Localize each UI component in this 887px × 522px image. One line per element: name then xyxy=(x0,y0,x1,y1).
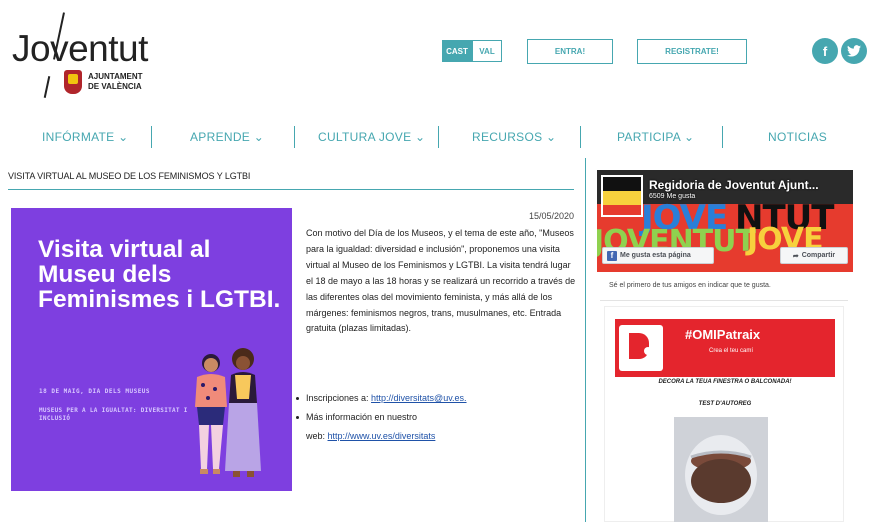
column-divider xyxy=(585,158,586,522)
page-profile-thumbnail[interactable] xyxy=(601,175,643,217)
article-poster-image: Visita virtual al Museu dels Feminismes … xyxy=(11,208,292,491)
lang-cast-button[interactable]: CAST xyxy=(442,40,472,62)
article-title-underline xyxy=(8,189,574,190)
list-item: Inscripciones a: http://diversitats@uv.e… xyxy=(294,389,579,408)
joventut-logo[interactable]: Joventut AJUNTAMENT DE VALÈNCIA xyxy=(8,12,158,98)
poster-title: Visita virtual al Museu dels Feminismes … xyxy=(38,236,281,313)
inscripciones-link[interactable]: http://diversitats@uv.es. xyxy=(371,393,467,403)
nav-separator xyxy=(580,126,581,148)
ad-test-text: TEST D'AUTOREG xyxy=(698,401,752,407)
ad-photo xyxy=(674,417,768,522)
nav-aprende[interactable]: APRENDE ⌄ xyxy=(190,124,264,150)
ajuntament-label: AJUNTAMENT DE VALÈNCIA xyxy=(88,72,143,92)
fb-share-button[interactable]: ➦ Compartir xyxy=(780,247,848,264)
web-link[interactable]: http://www.uv.es/diversitats xyxy=(328,431,436,441)
fb-friends-text: Sé el primero de tus amigos en indicar q… xyxy=(609,282,771,289)
omi-patraix-banner[interactable]: #OMIPatraix Crea el teu camí DECORA LA T… xyxy=(604,306,844,522)
ad-decora-text: DECORA LA TEUA FINESTRA O BALCONADA! xyxy=(658,379,792,385)
article-date: 15/05/2020 xyxy=(528,211,574,221)
list-item-continuation: web: http://www.uv.es/diversitats xyxy=(294,427,579,446)
logo-text: Joventut xyxy=(12,28,148,69)
entra-button[interactable]: ENTRA! xyxy=(527,39,613,64)
sidebar-divider xyxy=(600,300,848,301)
ad-subtitle: Crea el teu camí xyxy=(709,348,754,354)
fb-likes-count: 6509 Me gusta xyxy=(649,193,696,200)
list-item: Más información en nuestro xyxy=(294,408,579,427)
nav-recursos[interactable]: RECURSOS ⌄ xyxy=(472,124,556,150)
web-label: web: xyxy=(306,431,328,441)
registrate-button[interactable]: REGISTRATE! xyxy=(637,39,747,64)
nav-cultura-jove[interactable]: CULTURA JOVE ⌄ xyxy=(318,124,425,150)
article-body: Con motivo del Día de los Museos, y el t… xyxy=(306,228,576,334)
nav-participa[interactable]: PARTICIPA ⌄ xyxy=(617,124,694,150)
page: Joventut AJUNTAMENT DE VALÈNCIA CAST VAL… xyxy=(0,0,887,522)
info-label: Más información en nuestro xyxy=(306,412,418,422)
facebook-icon[interactable]: f xyxy=(812,38,838,64)
inscripciones-label: Inscripciones a: xyxy=(306,393,372,403)
poster-date-line: 18 DE MAIG, DIA DELS MUSEUS xyxy=(39,388,151,395)
ajuntament-line2: DE VALÈNCIA xyxy=(88,82,142,91)
omi-p-logo-icon xyxy=(619,325,663,371)
nav-noticias[interactable]: NOTICIAS xyxy=(768,124,827,150)
lang-val-button[interactable]: VAL xyxy=(472,40,502,62)
women-illustration xyxy=(195,348,261,477)
article-links-list: Inscripciones a: http://diversitats@uv.e… xyxy=(294,389,579,446)
valencia-crest-icon xyxy=(64,70,82,94)
facebook-page-widget[interactable]: JOVE NTUT JOVENTUT JOVE Regidoria de Jov… xyxy=(597,170,853,272)
nav-separator xyxy=(438,126,439,148)
fb-page-name[interactable]: Regidoria de Joventut Ajunt... xyxy=(649,178,819,192)
poster-sub-line: MUSEUS PER A LA IGUALTAT: DIVERSITAT I I… xyxy=(39,407,188,422)
fb-like-label: Me gusta esta página xyxy=(620,252,691,259)
main-nav: INFÓRMATE ⌄ APRENDE ⌄ CULTURA JOVE ⌄ REC… xyxy=(0,124,887,150)
fb-share-label: Compartir xyxy=(801,252,836,259)
fb-like-page-button[interactable]: f Me gusta esta página xyxy=(602,247,714,264)
ad-red-banner: #OMIPatraix Crea el teu camí xyxy=(615,319,835,377)
nav-separator xyxy=(294,126,295,148)
nav-informate[interactable]: INFÓRMATE ⌄ xyxy=(42,124,128,150)
logo-slash-lower xyxy=(43,76,51,98)
ad-hashtag: #OMIPatraix xyxy=(685,327,761,342)
facebook-icon: f xyxy=(607,250,617,261)
share-arrow-icon: ➦ xyxy=(792,252,799,260)
nav-separator xyxy=(151,126,152,148)
article-title: VISITA VIRTUAL AL MUSEO DE LOS FEMINISMO… xyxy=(8,171,251,181)
language-switcher: CAST VAL xyxy=(442,40,502,62)
twitter-icon[interactable] xyxy=(841,38,867,64)
ajuntament-line1: AJUNTAMENT xyxy=(88,72,143,81)
nav-separator xyxy=(722,126,723,148)
